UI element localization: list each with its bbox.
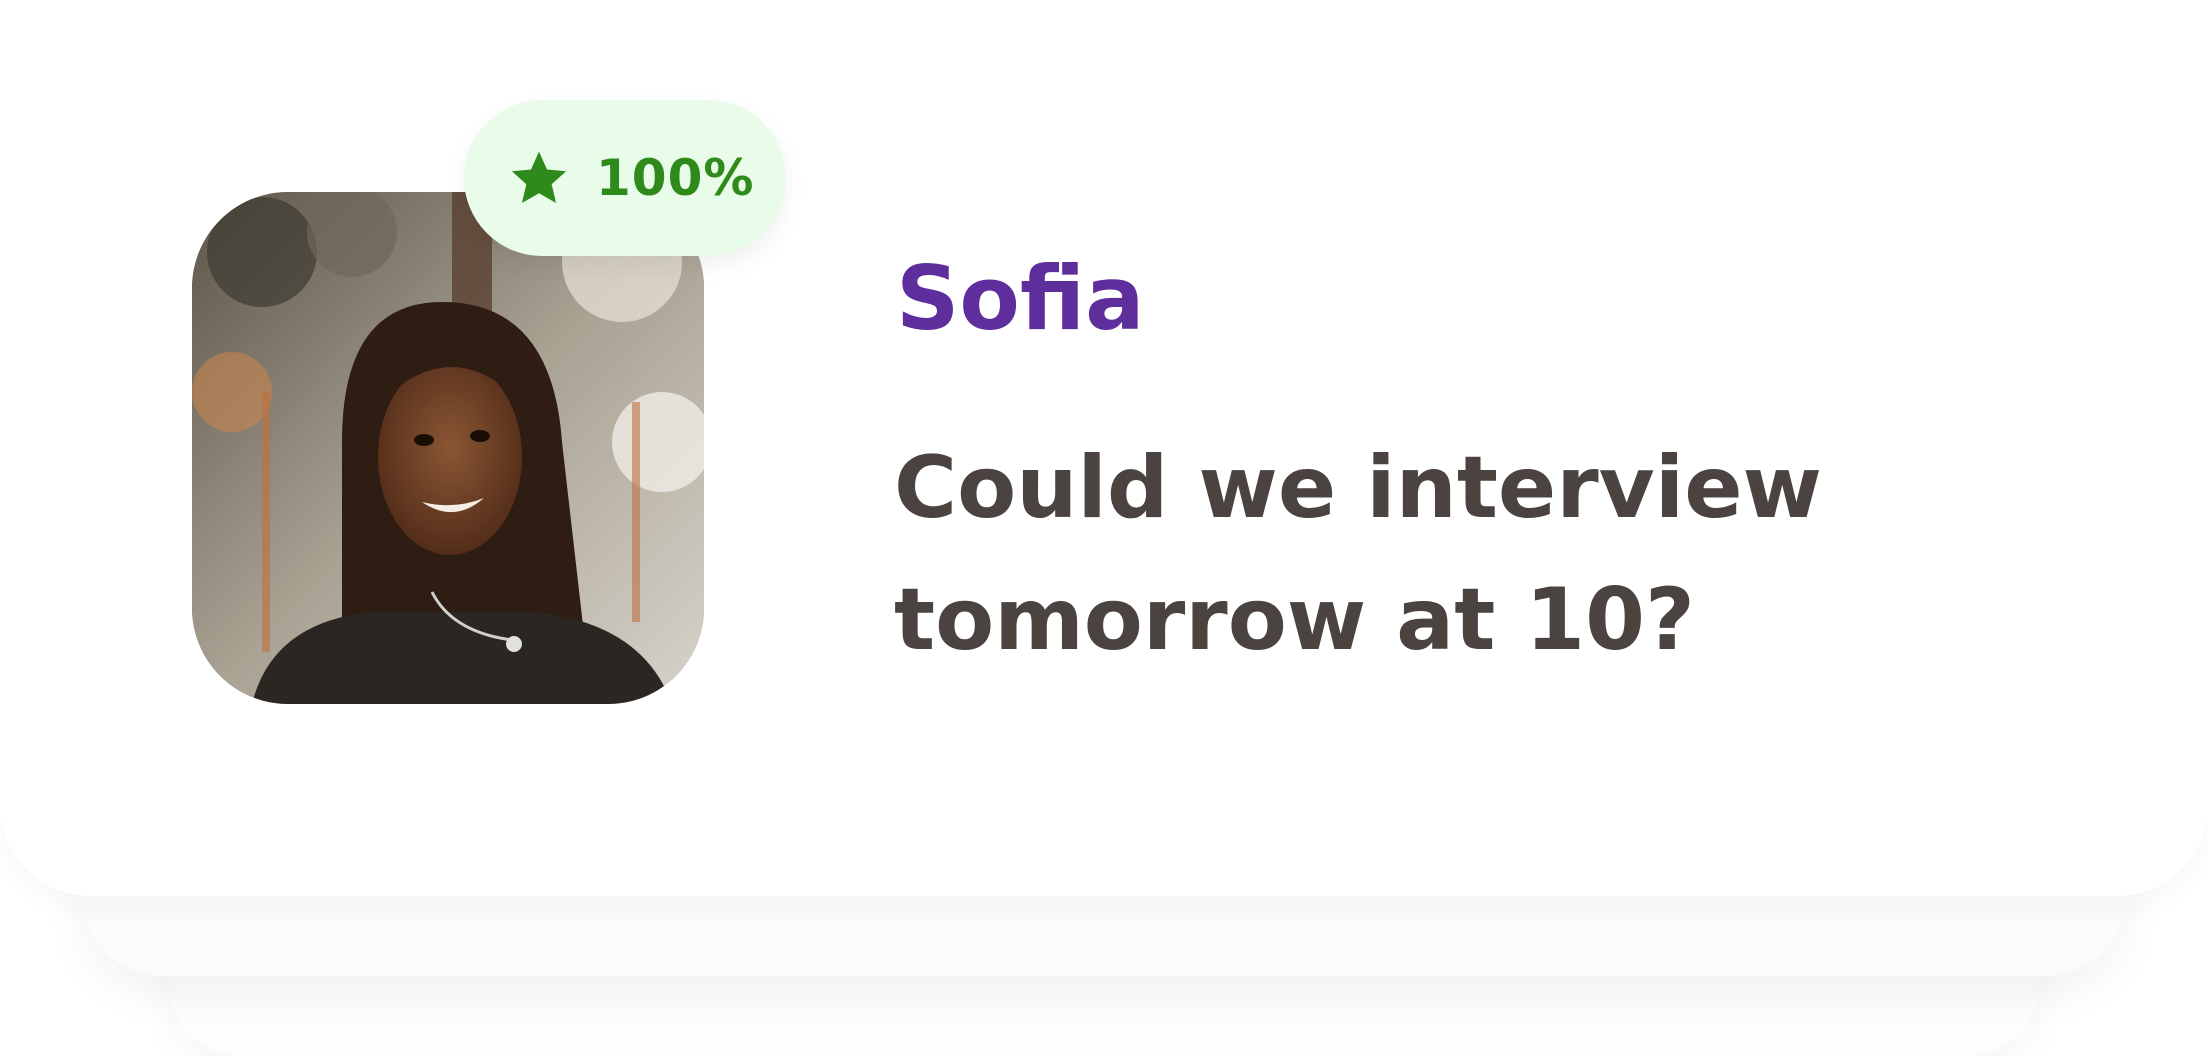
message-card[interactable]: 100% Sofia Could we interview tomorrow a… xyxy=(0,0,2208,896)
avatar xyxy=(192,192,704,704)
avatar-photo xyxy=(192,192,704,704)
rating-value: 100% xyxy=(596,149,755,207)
message-line: Could we interview xyxy=(894,438,1822,538)
rating-badge: 100% xyxy=(464,100,786,256)
message-line: tomorrow at 10? xyxy=(894,570,1695,670)
message-text: Could we interview tomorrow at 10? xyxy=(894,422,1894,686)
star-icon xyxy=(511,151,567,204)
sender-name: Sofia xyxy=(896,247,1145,350)
